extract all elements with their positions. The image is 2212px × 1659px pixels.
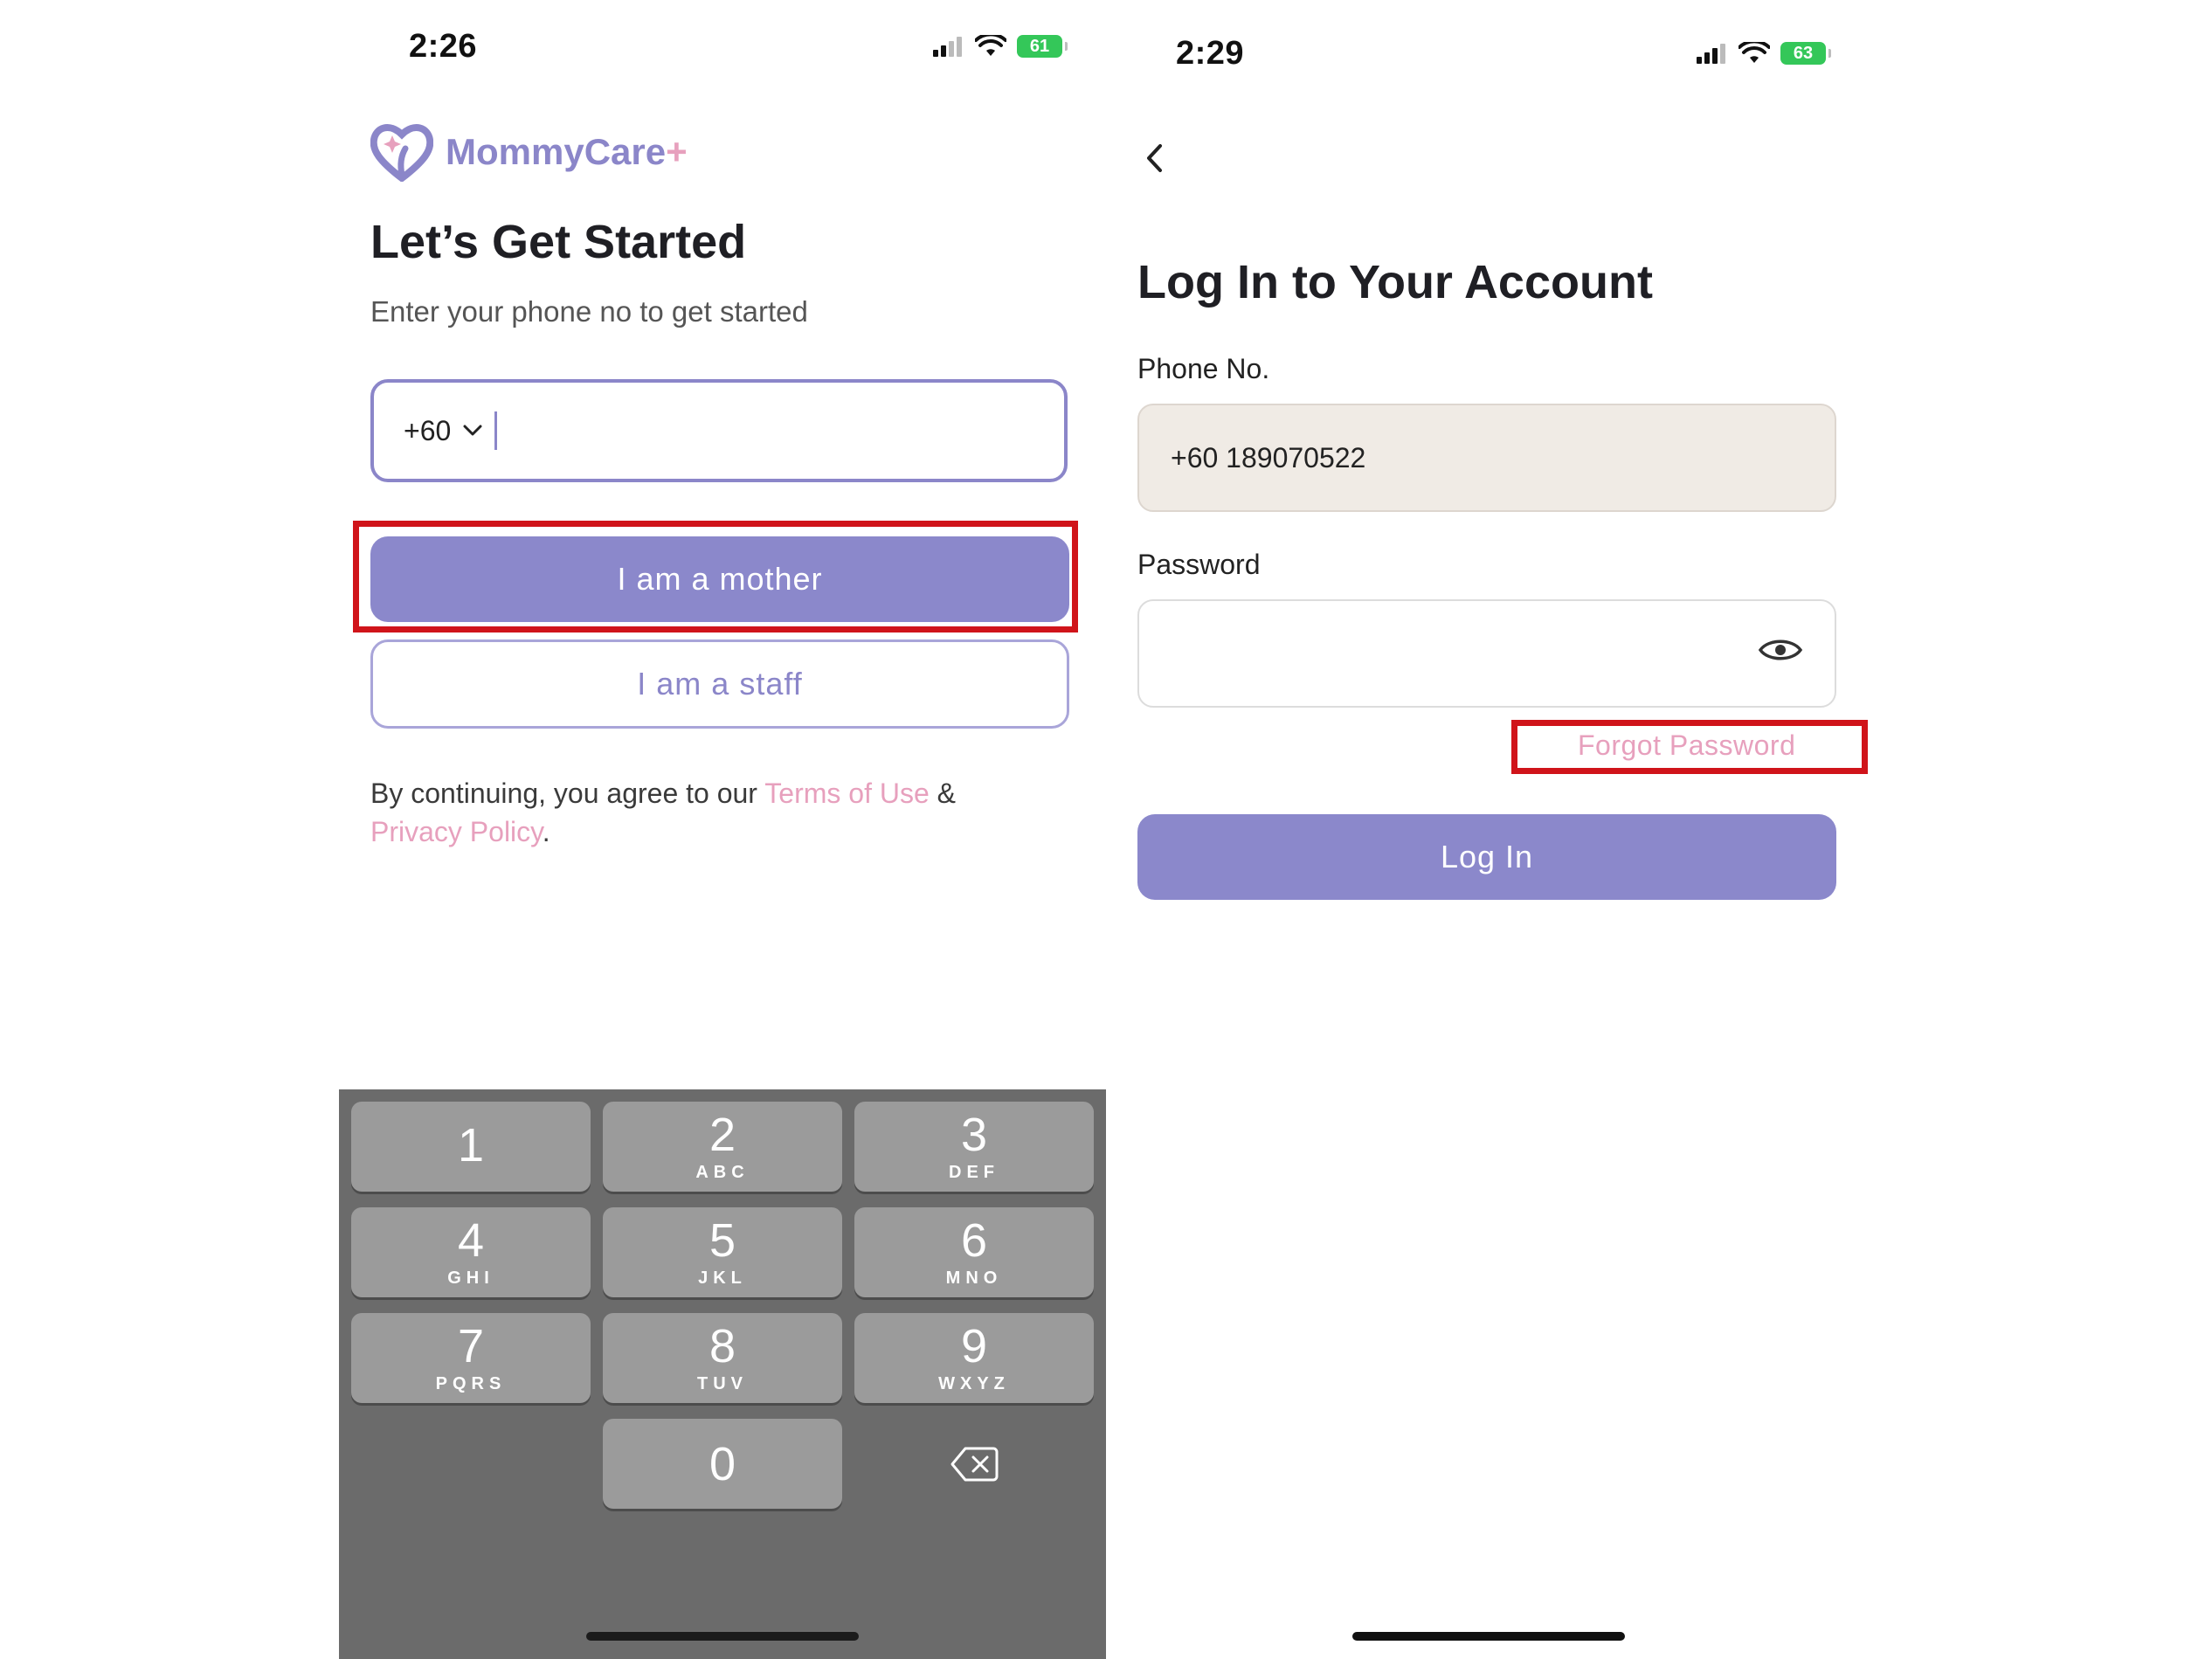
- back-arrow-icon: [1147, 144, 1162, 172]
- page-title: Let’s Get Started: [370, 216, 747, 268]
- key-number: 8: [709, 1320, 736, 1372]
- terms-prefix: By continuing, you agree to our: [370, 778, 765, 809]
- key-number: 7: [457, 1320, 485, 1372]
- status-time: 2:26: [409, 28, 478, 65]
- battery-icon: 61: [1017, 35, 1068, 58]
- phone-label: Phone No.: [1137, 353, 1270, 384]
- key-letters: MNO: [945, 1268, 1003, 1288]
- key-0[interactable]: 0: [603, 1419, 842, 1509]
- numeric-keypad: 1 2 ABC 3 DEF 4 GHI 5 JKL 6 MNO 7 PQRS 8 TUV 9 W…: [339, 1089, 1106, 1659]
- phone-number-field[interactable]: +60: [370, 379, 1068, 482]
- key-letters: TUV: [697, 1374, 748, 1393]
- page-subtitle: Enter your phone no to get started: [370, 295, 808, 328]
- key-number: 5: [709, 1214, 736, 1267]
- wifi-icon: [975, 35, 1006, 56]
- key-letters: WXYZ: [938, 1374, 1010, 1393]
- status-icons: 63: [1697, 42, 1831, 65]
- home-indicator: [1352, 1632, 1625, 1641]
- terms-amp: &: [929, 778, 956, 809]
- left-phone-screen: 2:26 61 MommyCare+ Let’s Get Started Ent…: [339, 0, 1106, 1659]
- key-3[interactable]: 3 DEF: [854, 1102, 1094, 1192]
- battery-icon: 63: [1780, 42, 1831, 65]
- key-2[interactable]: 2 ABC: [603, 1102, 842, 1192]
- terms-text: By continuing, you agree to our Terms of…: [370, 774, 1069, 851]
- key-number: 2: [709, 1109, 736, 1161]
- key-number: 4: [457, 1214, 485, 1267]
- i-am-a-mother-button[interactable]: I am a mother: [370, 536, 1069, 622]
- status-time: 2:29: [1176, 35, 1245, 72]
- signal-icon: [933, 37, 962, 57]
- delete-key[interactable]: [854, 1419, 1094, 1509]
- key-number: 0: [709, 1437, 736, 1490]
- signal-icon: [1697, 44, 1725, 64]
- log-in-button[interactable]: Log In: [1137, 814, 1836, 900]
- key-letters: DEF: [949, 1163, 999, 1182]
- terms-suffix: .: [542, 816, 550, 847]
- forgot-password-link[interactable]: Forgot Password: [1578, 729, 1795, 762]
- key-number: 6: [960, 1214, 988, 1267]
- privacy-policy-link[interactable]: Privacy Policy: [370, 816, 543, 847]
- key-8[interactable]: 8 TUV: [603, 1313, 842, 1403]
- country-code-value: +60: [404, 414, 452, 446]
- eye-icon[interactable]: [1758, 635, 1803, 672]
- password-field[interactable]: [1137, 599, 1836, 708]
- wifi-icon: [1738, 42, 1770, 63]
- key-6[interactable]: 6 MNO: [854, 1207, 1094, 1297]
- key-9[interactable]: 9 WXYZ: [854, 1313, 1094, 1403]
- key-letters: GHI: [447, 1268, 494, 1288]
- key-number: 3: [960, 1109, 988, 1161]
- battery-level: 61: [1029, 36, 1050, 56]
- delete-key-icon: [950, 1447, 999, 1481]
- key-1[interactable]: 1: [351, 1102, 591, 1192]
- country-code-selector[interactable]: +60: [404, 415, 482, 447]
- text-cursor: [494, 411, 498, 450]
- right-phone-screen: 2:29 63 Log In to Your Account Phone No.…: [1106, 0, 1873, 1659]
- phone-number-field[interactable]: +60 189070522: [1137, 404, 1836, 512]
- key-number: 1: [457, 1118, 485, 1172]
- password-label: Password: [1137, 549, 1261, 580]
- app-logo: MommyCare+: [370, 122, 688, 182]
- i-am-a-staff-button[interactable]: I am a staff: [370, 639, 1069, 729]
- key-letters: ABC: [695, 1163, 750, 1182]
- key-5[interactable]: 5 JKL: [603, 1207, 842, 1297]
- phone-number-value: +60 189070522: [1171, 441, 1366, 474]
- battery-level: 63: [1793, 43, 1814, 63]
- heart-logo-icon: [370, 124, 433, 182]
- key-letters: PQRS: [435, 1374, 507, 1393]
- logo-wordmark: MommyCare+: [446, 131, 688, 173]
- key-4[interactable]: 4 GHI: [351, 1207, 591, 1297]
- logo-plus: +: [666, 131, 688, 172]
- key-number: 9: [960, 1320, 988, 1372]
- chevron-down-icon: [463, 425, 482, 437]
- home-indicator: [586, 1632, 859, 1641]
- key-letters: JKL: [698, 1268, 747, 1288]
- logo-name: MommyCare: [446, 131, 667, 172]
- key-7[interactable]: 7 PQRS: [351, 1313, 591, 1403]
- back-button[interactable]: [1144, 143, 1164, 177]
- status-icons: 61: [933, 35, 1068, 58]
- page-title: Log In to Your Account: [1137, 256, 1653, 308]
- terms-of-use-link[interactable]: Terms of Use: [764, 778, 929, 809]
